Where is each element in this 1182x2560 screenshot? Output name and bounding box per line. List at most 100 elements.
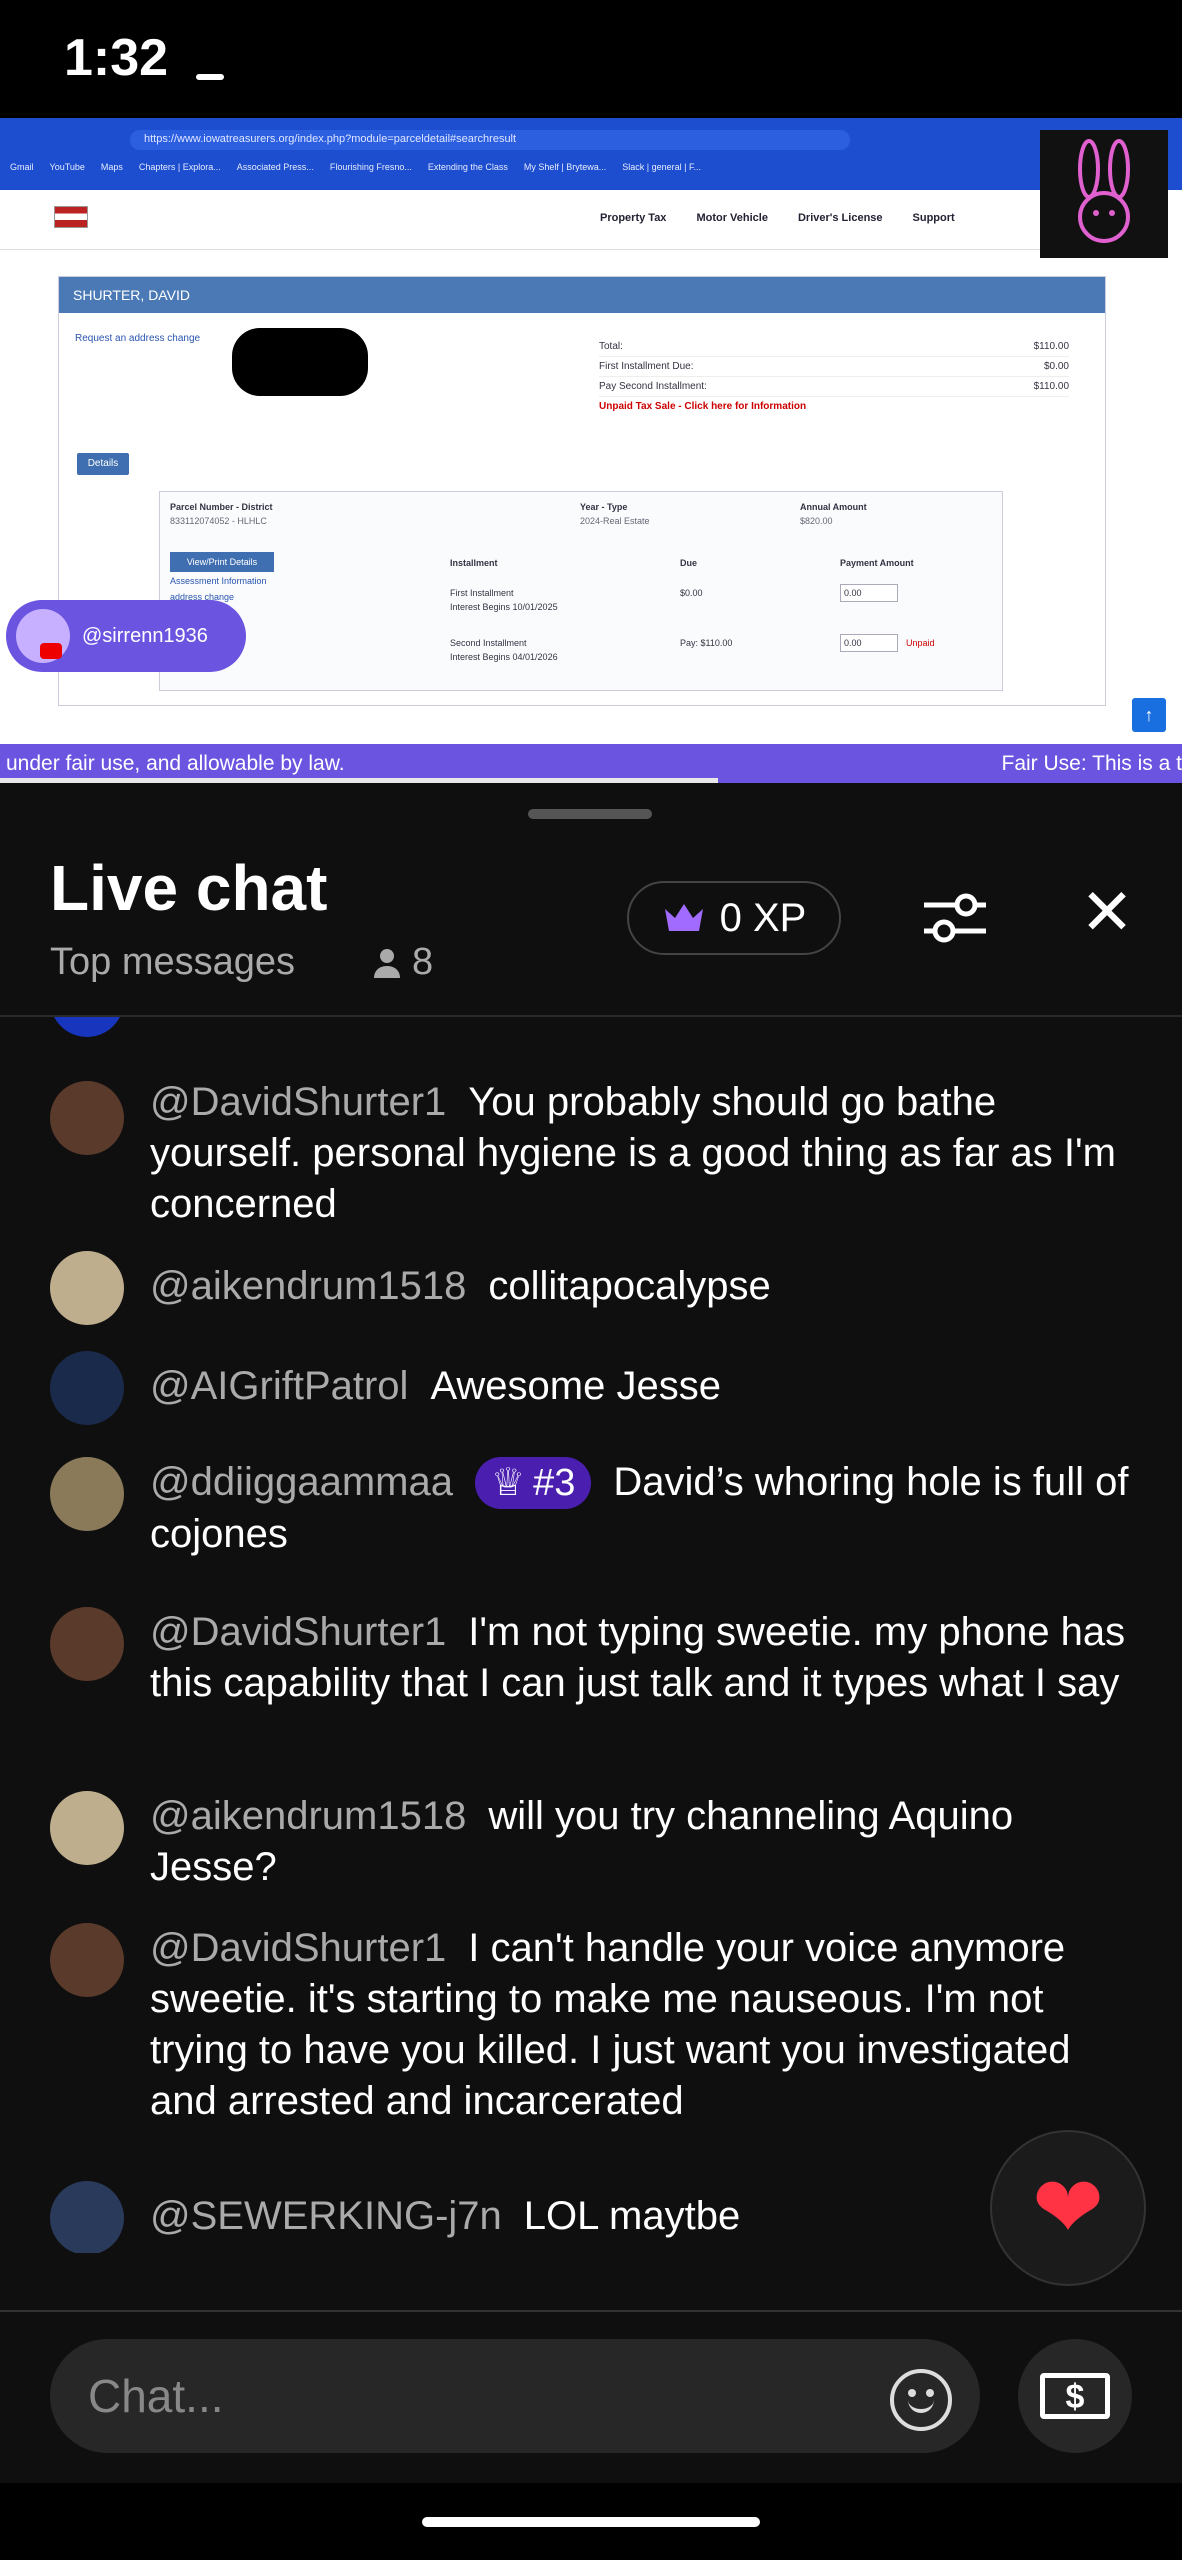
nav-support: Support	[912, 212, 955, 224]
author-name[interactable]: @ddiiggaammaa	[150, 1460, 453, 1504]
avatar[interactable]	[50, 1607, 124, 1681]
super-chat-button[interactable]: $	[1018, 2339, 1132, 2453]
author-name[interactable]: @AIGriftPatrol	[150, 1364, 408, 1408]
chat-input[interactable]: Chat...	[50, 2339, 980, 2453]
drag-handle[interactable]	[528, 809, 652, 819]
settings-sliders-icon[interactable]	[920, 887, 990, 949]
status-time: 1:32	[64, 29, 169, 87]
chat-filter[interactable]: Top messages	[50, 941, 295, 984]
reaction-button[interactable]: ❤	[990, 2130, 1182, 2286]
home-indicator	[0, 2483, 1182, 2560]
video-player[interactable]: https://www.iowatreasurers.org/index.php…	[0, 118, 1182, 783]
parcel-label: Parcel Number - District	[170, 502, 273, 512]
rank-badge: ♕ #3	[475, 1457, 592, 1509]
live-chat-panel: Live chat Top messages 8 0 XP ✕ @DavidSh…	[0, 783, 1182, 2560]
message-text: collitapocalypse	[488, 1264, 771, 1308]
bookmark: Gmail	[10, 162, 34, 172]
view-print-button: View/Print Details	[170, 552, 274, 572]
status-bar: 1:32	[0, 0, 1182, 118]
crown-icon: ♕	[491, 1462, 526, 1504]
year-label: Year - Type	[580, 502, 628, 512]
dollar-bill-icon: $	[1040, 2373, 1110, 2419]
first-due-label: First Installment Due:	[599, 361, 694, 372]
address-link: Request an address change	[75, 333, 201, 344]
assessment-link: Assessment Information	[170, 576, 267, 586]
second-payment-field: 0.00	[840, 634, 898, 652]
status-indicator	[196, 74, 224, 80]
bookmark: Associated Press...	[236, 162, 314, 172]
nav-property-tax: Property Tax	[600, 212, 667, 224]
emoji-icon[interactable]	[890, 2369, 952, 2431]
nav-motor-vehicle: Motor Vehicle	[696, 212, 768, 224]
total-label: Total:	[599, 341, 623, 352]
redaction-blot	[232, 328, 368, 396]
person-icon	[374, 948, 400, 978]
avatar[interactable]	[50, 1457, 124, 1531]
close-icon[interactable]: ✕	[1076, 880, 1138, 945]
nav-drivers-license: Driver's License	[797, 212, 883, 224]
second-pay-label: Pay Second Installment:	[599, 381, 707, 392]
avatar[interactable]	[50, 2181, 124, 2253]
author-name[interactable]: @DavidShurter1	[150, 1926, 446, 1970]
xp-button[interactable]: 0 XP	[627, 881, 841, 955]
bookmark: Slack | general | F...	[622, 162, 702, 172]
col-installment: Installment	[450, 558, 498, 568]
viewer-count-value: 8	[412, 941, 434, 983]
browser-url: https://www.iowatreasurers.org/index.php…	[130, 130, 850, 150]
author-name[interactable]: @SEWERKING-j7n	[150, 2194, 502, 2238]
annual-value: $820.00	[800, 516, 833, 526]
year-value: 2024-Real Estate	[580, 516, 650, 526]
tax-sale-link: Unpaid Tax Sale - Click here for Informa…	[599, 401, 807, 412]
first-interest: Interest Begins 10/01/2025	[450, 602, 558, 612]
heart-icon[interactable]: ❤	[990, 2130, 1146, 2286]
author-name[interactable]: @DavidShurter1	[150, 1610, 446, 1654]
col-payment: Payment Amount	[840, 558, 914, 568]
avatar[interactable]	[50, 1251, 124, 1325]
crown-icon	[664, 904, 703, 931]
annual-label: Annual Amount	[800, 502, 867, 512]
flag-logo	[54, 206, 88, 228]
message-text: Awesome Jesse	[430, 1364, 721, 1408]
owner-name: SHURTER, DAVID	[59, 277, 1105, 313]
rabbit-logo-icon	[1040, 130, 1168, 258]
bookmark: My Shelf | Brytewa...	[523, 162, 607, 172]
bookmark: Extending the Class	[427, 162, 508, 172]
ticker-right: Fair Use: This is a t	[983, 752, 1182, 776]
avatar[interactable]	[50, 1923, 124, 1997]
parcel-table: Parcel Number - District 833112074052 - …	[159, 491, 1003, 691]
rank-value: #3	[533, 1462, 576, 1504]
second-pay: Pay: $110.00	[680, 638, 733, 648]
first-due-value: $0.00	[1043, 361, 1069, 372]
totals: Total: $110.00 First Installment Due: $0.0…	[599, 337, 1069, 417]
composer-divider	[0, 2310, 1182, 2312]
message-text: LOL maytbe	[523, 2194, 741, 2238]
author-name[interactable]: @aikendrum1518	[150, 1794, 466, 1838]
total-value: $110.00	[1033, 341, 1069, 352]
author-name[interactable]: @aikendrum1518	[150, 1264, 466, 1308]
avatar	[50, 1017, 124, 1037]
details-button: Details	[77, 453, 129, 475]
ticker-left: under fair use, and allowable by law.	[6, 752, 345, 775]
second-interest: Interest Begins 04/01/2026	[450, 652, 558, 662]
youtube-avatar-icon	[16, 609, 70, 663]
chat-title: Live chat	[50, 852, 328, 924]
bookmark: Chapters | Explora...	[138, 162, 221, 172]
xp-label: 0 XP	[719, 895, 807, 940]
second-pay-value: $110.00	[1033, 381, 1069, 392]
bookmark: Maps	[100, 162, 123, 172]
streamer-chip: @sirrenn1936	[6, 600, 246, 672]
parcel-value: 833112074052 - HLHLC	[170, 516, 267, 526]
bookmarks-bar: Gmail YouTube Maps Chapters | Explora...…	[10, 162, 1020, 182]
site-nav: Property Tax Motor Vehicle Driver's Lice…	[0, 190, 1040, 250]
col-due: Due	[680, 558, 698, 568]
bookmark: Flourishing Fresno...	[329, 162, 412, 172]
author-name[interactable]: @DavidShurter1	[150, 1080, 446, 1124]
avatar[interactable]	[50, 1351, 124, 1425]
avatar[interactable]	[50, 1791, 124, 1865]
scroll-top-icon: ↑	[1132, 698, 1166, 732]
viewer-count: 8	[372, 941, 433, 984]
list-item	[0, 1017, 1182, 1037]
avatar[interactable]	[50, 1081, 124, 1155]
bookmark: YouTube	[49, 162, 85, 172]
chat-message-list[interactable]: @DavidShurter1 You probably should go bat…	[0, 1017, 1182, 2253]
